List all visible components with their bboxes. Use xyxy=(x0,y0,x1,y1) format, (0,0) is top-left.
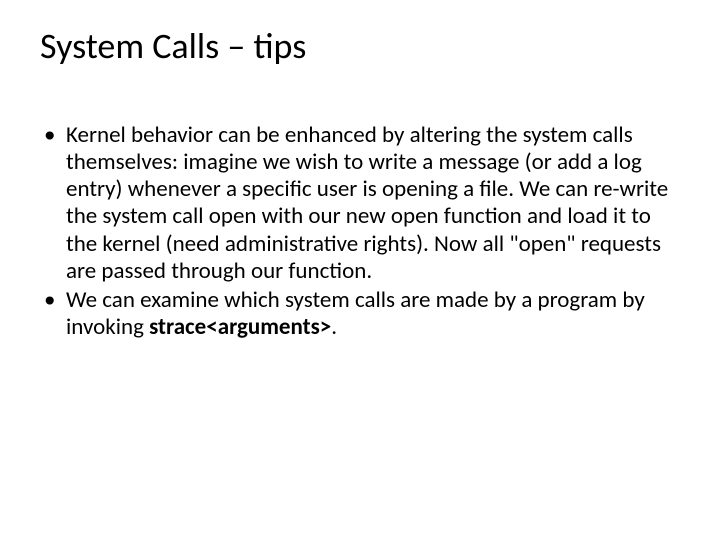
slide-body: Kernel behavior can be enhanced by alter… xyxy=(40,122,680,341)
bullet-text: Kernel behavior can be enhanced by alter… xyxy=(66,121,668,285)
bullet-text-after: . xyxy=(331,313,337,341)
bullet-bold: strace<arguments> xyxy=(149,313,331,341)
list-item: We can examine which system calls are ma… xyxy=(40,287,680,341)
slide-title: System Calls – tips xyxy=(40,24,680,68)
list-item: Kernel behavior can be enhanced by alter… xyxy=(40,122,680,285)
slide: System Calls – tips Kernel behavior can … xyxy=(0,0,720,540)
bullet-list: Kernel behavior can be enhanced by alter… xyxy=(40,122,680,341)
